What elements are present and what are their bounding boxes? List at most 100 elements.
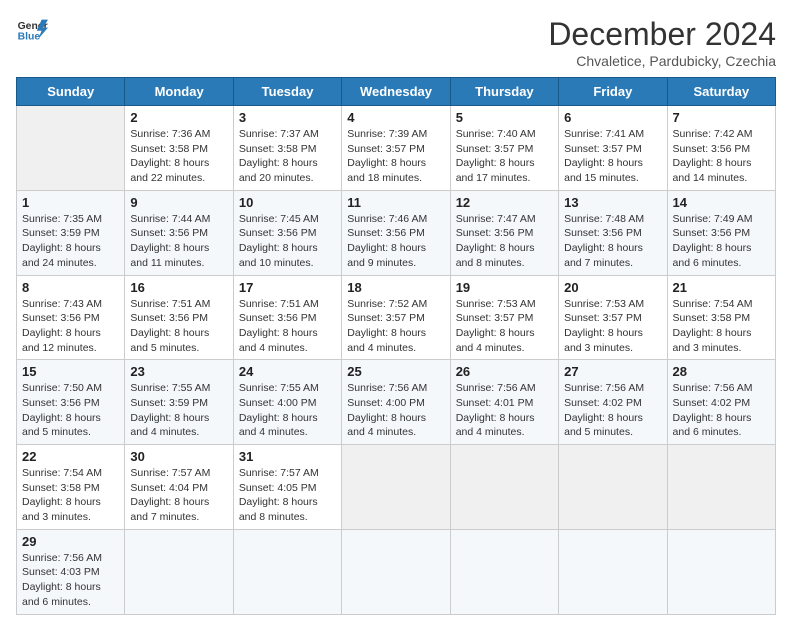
- table-row: [17, 106, 125, 191]
- table-row: 11Sunrise: 7:46 AMSunset: 3:56 PMDayligh…: [342, 190, 450, 275]
- page-header: General Blue December 2024 Chvaletice, P…: [16, 16, 776, 69]
- day-number: 13: [564, 195, 661, 210]
- table-row: 29Sunrise: 7:56 AMSunset: 4:03 PMDayligh…: [17, 529, 125, 614]
- table-row: [233, 529, 341, 614]
- day-number: 19: [456, 280, 553, 295]
- day-detail: Sunrise: 7:54 AMSunset: 3:58 PMDaylight:…: [673, 297, 770, 356]
- title-block: December 2024 Chvaletice, Pardubicky, Cz…: [548, 16, 776, 69]
- calendar-week-3: 15 Sunrise: 7:50 AMSunset: 3:56 PMDayligh…: [17, 360, 776, 445]
- table-row: [342, 445, 450, 530]
- day-detail: Sunrise: 7:37 AMSunset: 3:58 PMDaylight:…: [239, 127, 336, 186]
- day-number: 25: [347, 364, 444, 379]
- table-row: 21Sunrise: 7:54 AMSunset: 3:58 PMDayligh…: [667, 275, 775, 360]
- day-number: 22: [22, 449, 119, 464]
- table-row: 16 Sunrise: 7:51 AMSunset: 3:56 PMDayligh…: [125, 275, 233, 360]
- table-row: 20 Sunrise: 7:53 AMSunset: 3:57 PMDayligh…: [559, 275, 667, 360]
- day-number: 12: [456, 195, 553, 210]
- table-row: 23Sunrise: 7:55 AMSunset: 3:59 PMDayligh…: [125, 360, 233, 445]
- table-row: 8 Sunrise: 7:43 AMSunset: 3:56 PMDaylight…: [17, 275, 125, 360]
- table-row: 17 Sunrise: 7:51 AMSunset: 3:56 PMDayligh…: [233, 275, 341, 360]
- day-number: 23: [130, 364, 227, 379]
- calendar-week-0: 2 Sunrise: 7:36 AMSunset: 3:58 PMDaylight…: [17, 106, 776, 191]
- day-detail: Sunrise: 7:40 AMSunset: 3:57 PMDaylight:…: [456, 127, 553, 186]
- table-row: 10Sunrise: 7:45 AMSunset: 3:56 PMDayligh…: [233, 190, 341, 275]
- table-row: [342, 529, 450, 614]
- day-number: 16: [130, 280, 227, 295]
- day-number: 5: [456, 110, 553, 125]
- day-number: 15: [22, 364, 119, 379]
- day-detail: Sunrise: 7:45 AMSunset: 3:56 PMDaylight:…: [239, 212, 336, 271]
- day-number: 20: [564, 280, 661, 295]
- day-number: 17: [239, 280, 336, 295]
- day-detail: Sunrise: 7:55 AMSunset: 4:00 PMDaylight:…: [239, 381, 336, 440]
- table-row: 14Sunrise: 7:49 AMSunset: 3:56 PMDayligh…: [667, 190, 775, 275]
- day-number: 26: [456, 364, 553, 379]
- table-row: 18Sunrise: 7:52 AMSunset: 3:57 PMDayligh…: [342, 275, 450, 360]
- month-title: December 2024: [548, 16, 776, 53]
- table-row: 2 Sunrise: 7:36 AMSunset: 3:58 PMDaylight…: [125, 106, 233, 191]
- calendar-week-5: 29Sunrise: 7:56 AMSunset: 4:03 PMDayligh…: [17, 529, 776, 614]
- table-row: 30 Sunrise: 7:57 AMSunset: 4:04 PMDayligh…: [125, 445, 233, 530]
- day-detail: Sunrise: 7:54 AMSunset: 3:58 PMDaylight:…: [22, 466, 119, 525]
- table-row: [667, 445, 775, 530]
- day-number: 11: [347, 195, 444, 210]
- day-number: 9: [130, 195, 227, 210]
- day-detail: Sunrise: 7:56 AMSunset: 4:01 PMDaylight:…: [456, 381, 553, 440]
- table-row: 15 Sunrise: 7:50 AMSunset: 3:56 PMDayligh…: [17, 360, 125, 445]
- day-detail: Sunrise: 7:57 AMSunset: 4:05 PMDaylight:…: [239, 466, 336, 525]
- col-friday: Friday: [559, 78, 667, 106]
- col-monday: Monday: [125, 78, 233, 106]
- day-detail: Sunrise: 7:53 AMSunset: 3:57 PMDaylight:…: [564, 297, 661, 356]
- day-detail: Sunrise: 7:51 AMSunset: 3:56 PMDaylight:…: [239, 297, 336, 356]
- day-number: 28: [673, 364, 770, 379]
- day-number: 27: [564, 364, 661, 379]
- table-row: [450, 445, 558, 530]
- logo: General Blue: [16, 16, 48, 44]
- day-detail: Sunrise: 7:43 AMSunset: 3:56 PMDaylight:…: [22, 297, 119, 356]
- col-saturday: Saturday: [667, 78, 775, 106]
- calendar-week-1: 1 Sunrise: 7:35 AMSunset: 3:59 PMDaylight…: [17, 190, 776, 275]
- day-number: 7: [673, 110, 770, 125]
- table-row: 24Sunrise: 7:55 AMSunset: 4:00 PMDayligh…: [233, 360, 341, 445]
- table-row: [559, 445, 667, 530]
- day-number: 6: [564, 110, 661, 125]
- col-wednesday: Wednesday: [342, 78, 450, 106]
- table-row: 5 Sunrise: 7:40 AMSunset: 3:57 PMDaylight…: [450, 106, 558, 191]
- table-row: 4 Sunrise: 7:39 AMSunset: 3:57 PMDaylight…: [342, 106, 450, 191]
- day-number: 8: [22, 280, 119, 295]
- day-detail: Sunrise: 7:44 AMSunset: 3:56 PMDaylight:…: [130, 212, 227, 271]
- day-detail: Sunrise: 7:49 AMSunset: 3:56 PMDaylight:…: [673, 212, 770, 271]
- table-row: 13Sunrise: 7:48 AMSunset: 3:56 PMDayligh…: [559, 190, 667, 275]
- table-row: 28Sunrise: 7:56 AMSunset: 4:02 PMDayligh…: [667, 360, 775, 445]
- day-number: 2: [130, 110, 227, 125]
- day-number: 31: [239, 449, 336, 464]
- day-number: 30: [130, 449, 227, 464]
- col-sunday: Sunday: [17, 78, 125, 106]
- logo-icon: General Blue: [16, 16, 48, 44]
- table-row: [125, 529, 233, 614]
- day-detail: Sunrise: 7:39 AMSunset: 3:57 PMDaylight:…: [347, 127, 444, 186]
- day-number: 29: [22, 534, 119, 549]
- day-detail: Sunrise: 7:42 AMSunset: 3:56 PMDaylight:…: [673, 127, 770, 186]
- day-detail: Sunrise: 7:35 AMSunset: 3:59 PMDaylight:…: [22, 212, 119, 271]
- table-row: 1 Sunrise: 7:35 AMSunset: 3:59 PMDaylight…: [17, 190, 125, 275]
- day-detail: Sunrise: 7:51 AMSunset: 3:56 PMDaylight:…: [130, 297, 227, 356]
- table-row: 25Sunrise: 7:56 AMSunset: 4:00 PMDayligh…: [342, 360, 450, 445]
- day-detail: Sunrise: 7:53 AMSunset: 3:57 PMDaylight:…: [456, 297, 553, 356]
- day-number: 4: [347, 110, 444, 125]
- table-row: 7 Sunrise: 7:42 AMSunset: 3:56 PMDaylight…: [667, 106, 775, 191]
- day-detail: Sunrise: 7:36 AMSunset: 3:58 PMDaylight:…: [130, 127, 227, 186]
- day-number: 1: [22, 195, 119, 210]
- table-row: 19 Sunrise: 7:53 AMSunset: 3:57 PMDayligh…: [450, 275, 558, 360]
- calendar-week-4: 22 Sunrise: 7:54 AMSunset: 3:58 PMDayligh…: [17, 445, 776, 530]
- table-row: 9 Sunrise: 7:44 AMSunset: 3:56 PMDaylight…: [125, 190, 233, 275]
- table-row: 22 Sunrise: 7:54 AMSunset: 3:58 PMDayligh…: [17, 445, 125, 530]
- table-row: 6Sunrise: 7:41 AMSunset: 3:57 PMDaylight…: [559, 106, 667, 191]
- table-row: [559, 529, 667, 614]
- calendar-week-2: 8 Sunrise: 7:43 AMSunset: 3:56 PMDaylight…: [17, 275, 776, 360]
- svg-text:Blue: Blue: [18, 32, 41, 43]
- day-detail: Sunrise: 7:50 AMSunset: 3:56 PMDaylight:…: [22, 381, 119, 440]
- col-thursday: Thursday: [450, 78, 558, 106]
- day-detail: Sunrise: 7:57 AMSunset: 4:04 PMDaylight:…: [130, 466, 227, 525]
- day-number: 3: [239, 110, 336, 125]
